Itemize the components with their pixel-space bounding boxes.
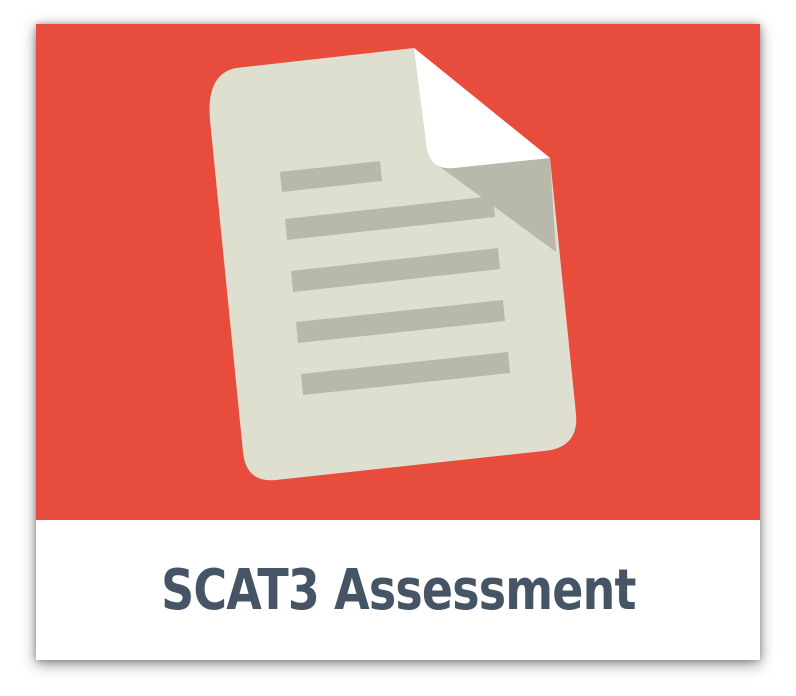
scat3-assessment-tile[interactable]: SCAT3 Assessment xyxy=(36,24,760,660)
banner-graphic xyxy=(36,24,760,520)
tile-banner xyxy=(36,24,760,520)
tile-caption: SCAT3 Assessment xyxy=(160,557,636,623)
caption-area: SCAT3 Assessment xyxy=(36,520,760,660)
